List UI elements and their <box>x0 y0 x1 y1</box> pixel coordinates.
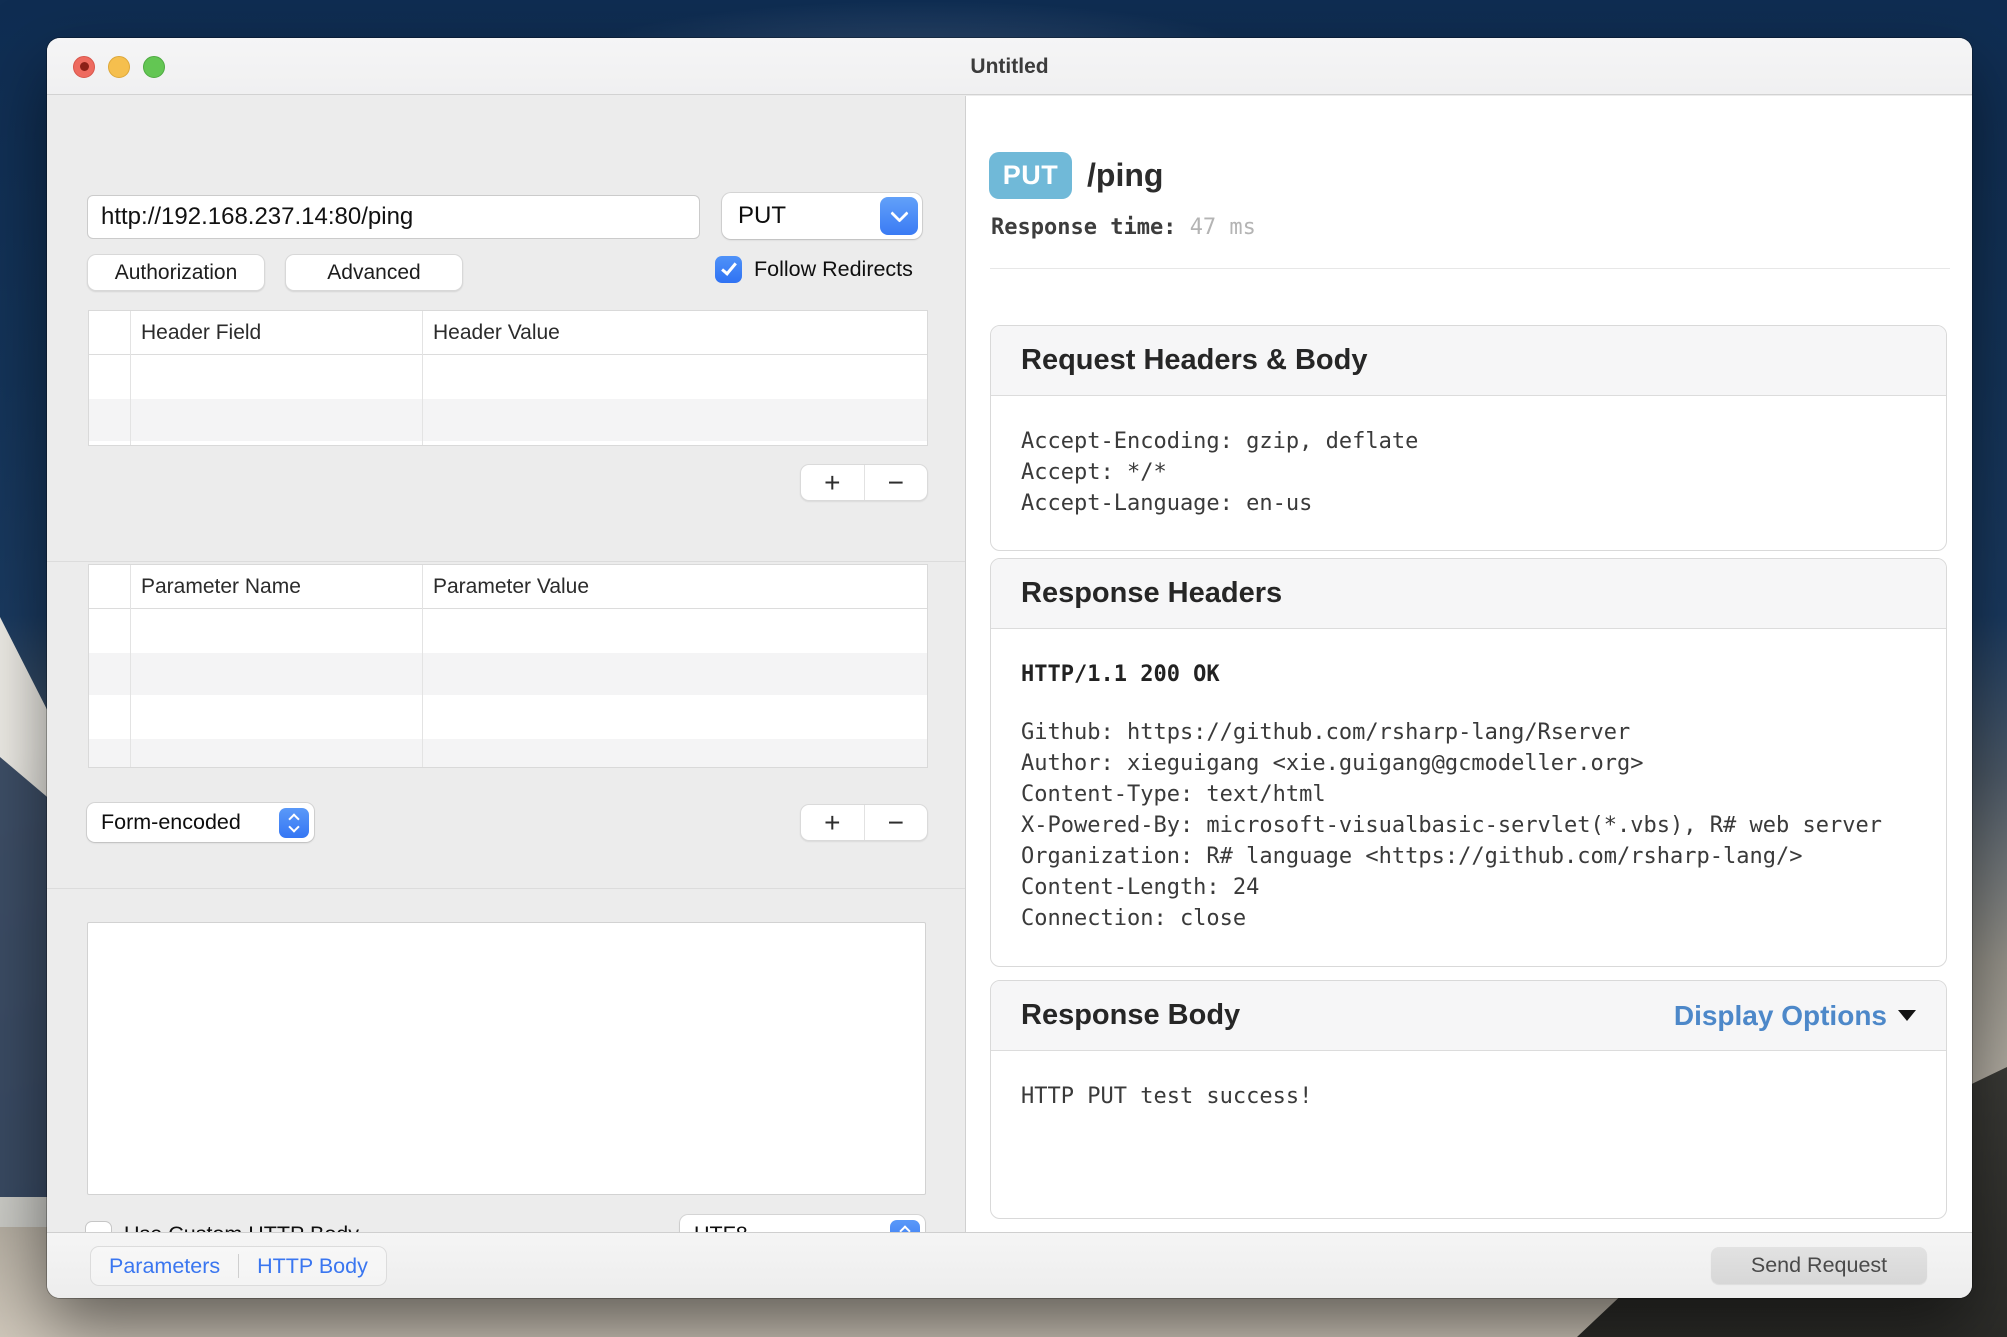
header-line: Github: https://github.com/rsharp-lang/R… <box>1021 717 1916 748</box>
request-path: /ping <box>1087 152 1163 199</box>
header-line: Content-Length: 24 <box>1021 872 1916 903</box>
response-headers-content: HTTP/1.1 200 OK Github: https://github.c… <box>991 629 1946 934</box>
card-title: Response Body <box>1021 999 1240 1032</box>
table-row[interactable] <box>89 695 927 739</box>
header-line: Content-Type: text/html <box>1021 779 1916 810</box>
response-time-label: Response time: <box>991 215 1176 240</box>
encoding-selected-value: Form-encoded <box>87 810 279 835</box>
chevron-up-down-icon <box>279 808 309 838</box>
parameters-table-header: Parameter Name Parameter Value <box>89 565 927 609</box>
chevron-down-icon <box>880 197 918 235</box>
add-parameter-button[interactable]: + <box>801 805 864 840</box>
response-body-content: HTTP PUT test success! <box>991 1051 1946 1112</box>
header-line: Accept-Encoding: gzip, deflate <box>1021 426 1916 457</box>
request-pane: PUT Authorization Advanced Follow Redire… <box>47 96 966 1232</box>
column-divider[interactable] <box>422 565 423 767</box>
footer-bar: Parameters HTTP Body Send Request <box>47 1232 1972 1298</box>
headers-add-remove-control: + − <box>800 464 928 501</box>
remove-header-button[interactable]: − <box>864 465 928 500</box>
authorization-button[interactable]: Authorization <box>87 254 265 291</box>
table-row[interactable] <box>89 609 927 653</box>
method-select[interactable]: PUT <box>722 193 922 239</box>
parameter-value-column-header: Parameter Value <box>422 575 927 599</box>
header-line: Connection: close <box>1021 903 1916 934</box>
response-headers-card-header: Response Headers <box>991 559 1946 629</box>
section-divider <box>47 888 965 889</box>
send-request-button[interactable]: Send Request <box>1711 1247 1927 1284</box>
follow-redirects-checkbox[interactable]: Follow Redirects <box>715 256 913 283</box>
section-divider <box>47 561 965 562</box>
traffic-lights <box>73 38 165 95</box>
header-line: Accept-Language: en-us <box>1021 488 1916 519</box>
table-row[interactable] <box>89 739 927 768</box>
card-title: Response Headers <box>1021 577 1282 610</box>
advanced-button[interactable]: Advanced <box>285 254 463 291</box>
encoding-select[interactable]: Form-encoded <box>87 803 314 842</box>
app-window: Untitled PUT Authorization Advanced Foll… <box>47 38 1972 1298</box>
table-row[interactable] <box>89 399 927 441</box>
window-title: Untitled <box>47 38 1972 95</box>
response-pane: PUT /ping Response time: 47 ms Request H… <box>966 96 1972 1232</box>
table-row[interactable] <box>89 355 927 399</box>
method-badge: PUT <box>989 152 1072 199</box>
unsaved-dot-icon <box>80 62 89 71</box>
request-headers-content: Accept-Encoding: gzip, deflate Accept: *… <box>991 396 1946 519</box>
url-input[interactable] <box>87 195 700 239</box>
remove-parameter-button[interactable]: − <box>864 805 928 840</box>
header-line: Organization: R# language <https://githu… <box>1021 841 1916 872</box>
close-button[interactable] <box>73 56 95 78</box>
column-divider <box>130 311 131 445</box>
display-options-button[interactable]: Display Options <box>1674 1000 1916 1032</box>
follow-redirects-label: Follow Redirects <box>754 257 913 282</box>
header-line: X-Powered-By: microsoft-visualbasic-serv… <box>1021 810 1916 841</box>
status-line: HTTP/1.1 200 OK <box>1021 659 1916 690</box>
header-line: Author: xieguigang <xie.guigang@gcmodell… <box>1021 748 1916 779</box>
display-options-label: Display Options <box>1674 1000 1887 1032</box>
header-line: Accept: */* <box>1021 457 1916 488</box>
parameters-table: Parameter Name Parameter Value <box>88 564 928 768</box>
response-body-text: HTTP PUT test success! <box>1021 1081 1916 1112</box>
table-row[interactable] <box>89 653 927 695</box>
view-tabs: Parameters HTTP Body <box>90 1246 387 1286</box>
caret-down-icon <box>1898 1010 1916 1021</box>
card-title: Request Headers & Body <box>1021 344 1368 377</box>
zoom-button[interactable] <box>143 56 165 78</box>
response-body-card-header: Response Body Display Options <box>991 981 1946 1051</box>
parameters-add-remove-control: + − <box>800 804 928 841</box>
request-headers-card: Request Headers & Body Accept-Encoding: … <box>990 325 1947 551</box>
request-body-textarea[interactable] <box>87 922 926 1195</box>
column-divider[interactable] <box>422 311 423 445</box>
tab-http-body[interactable]: HTTP Body <box>239 1247 386 1285</box>
header-value-column-header: Header Value <box>422 321 927 345</box>
add-header-button[interactable]: + <box>801 465 864 500</box>
response-time: Response time: 47 ms <box>991 215 1256 240</box>
window-titlebar[interactable]: Untitled <box>47 38 1972 95</box>
column-divider <box>130 565 131 767</box>
method-selected-value: PUT <box>722 202 880 230</box>
response-headers-card: Response Headers HTTP/1.1 200 OK Github:… <box>990 558 1947 967</box>
headers-table: Header Field Header Value <box>88 310 928 446</box>
response-body-card: Response Body Display Options HTTP PUT t… <box>990 980 1947 1219</box>
checkbox-checked-icon <box>715 256 742 283</box>
header-field-column-header: Header Field <box>130 321 422 345</box>
table-row[interactable] <box>89 441 927 446</box>
request-headers-card-header: Request Headers & Body <box>991 326 1946 396</box>
headers-table-header: Header Field Header Value <box>89 311 927 355</box>
minimize-button[interactable] <box>108 56 130 78</box>
tab-parameters[interactable]: Parameters <box>91 1247 238 1285</box>
parameter-name-column-header: Parameter Name <box>130 575 422 599</box>
summary-divider <box>990 268 1950 269</box>
